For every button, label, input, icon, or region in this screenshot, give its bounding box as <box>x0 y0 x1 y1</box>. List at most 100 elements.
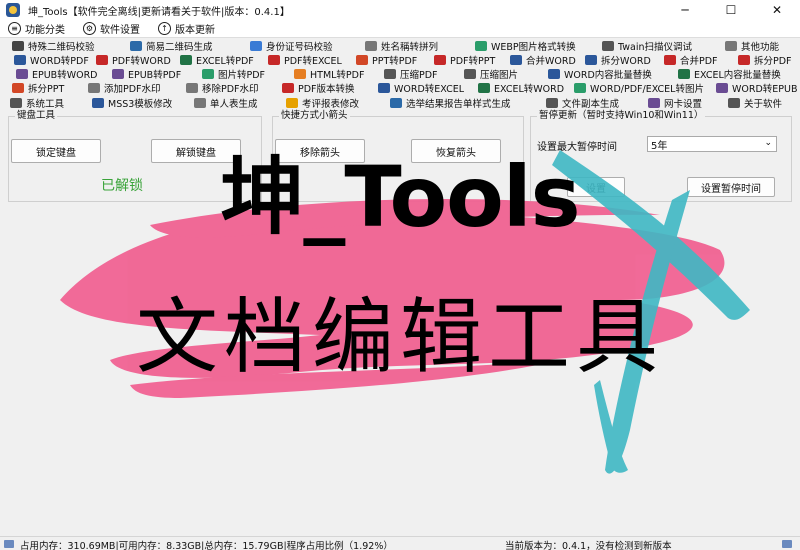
tool-id-number-verify[interactable]: 身份证号码校验 <box>250 39 333 53</box>
tool-split-ppt[interactable]: 拆分PPT <box>12 81 64 95</box>
tool-simple-qr-generate[interactable]: 简易二维码生成 <box>130 39 213 53</box>
report-icon <box>286 98 298 108</box>
tool-file-copy[interactable]: 文件副本生成 <box>546 96 619 110</box>
tool-add-pdf-watermark[interactable]: 添加PDF水印 <box>88 81 161 95</box>
ppt-icon <box>356 55 368 65</box>
menu-label: 软件设置 <box>100 25 140 36</box>
teal-brush-stroke-3 <box>594 380 628 473</box>
tool-pdf-to-word[interactable]: PDF转WORD <box>96 53 171 67</box>
window-controls: ─ ☐ ✕ <box>662 0 800 20</box>
pdf-icon <box>434 55 446 65</box>
pink-brush-stroke-bottom <box>130 360 560 398</box>
tool-pdf-version-convert[interactable]: PDF版本转换 <box>282 81 355 95</box>
pdf-icon <box>268 55 280 65</box>
epub-icon <box>112 69 124 79</box>
lock-keyboard-button[interactable]: 锁定键盘 <box>11 139 101 163</box>
gear-icon <box>10 98 22 108</box>
tool-single-form[interactable]: 单人表生成 <box>194 96 258 110</box>
split-icon <box>585 55 597 65</box>
tool-split-word[interactable]: 拆分WORD <box>585 53 651 67</box>
keyboard-tools-panel: 键盘工具 锁定键盘 解锁键盘 已解锁 <box>8 110 262 202</box>
version-status: 当前版本为：0.4.1，没有检测到新版本 <box>505 541 672 550</box>
tool-word-to-pdf[interactable]: WORD转PDF <box>14 53 89 67</box>
restore-arrow-button[interactable]: 恢复箭头 <box>411 139 501 163</box>
tool-compress-image[interactable]: 压缩图片 <box>464 67 518 81</box>
chevron-down-icon: ⌄ <box>764 138 772 148</box>
tool-word-batch-replace[interactable]: WORD内容批量替换 <box>548 67 652 81</box>
tool-epub-to-pdf[interactable]: EPUB转PDF <box>112 67 181 81</box>
app-logo-icon <box>6 3 20 17</box>
menu-software-settings[interactable]: ⚙ 软件设置 <box>83 21 140 36</box>
maximize-button[interactable]: ☐ <box>708 0 754 20</box>
tool-merge-pdf[interactable]: 合并PDF <box>664 53 718 67</box>
tool-excel-batch-replace[interactable]: EXCEL内容批量替换 <box>678 67 781 81</box>
set-pause-time-button[interactable]: 设置暂停时间 <box>687 177 775 197</box>
pink-brush-stroke-top <box>150 198 660 238</box>
shortcut-arrow-panel: 快捷方式小箭头 移除箭头 恢复箭头 <box>272 110 524 202</box>
tool-network-settings[interactable]: 网卡设置 <box>648 96 702 110</box>
excel-icon <box>478 83 490 93</box>
table-icon <box>365 41 377 51</box>
tool-split-pdf[interactable]: 拆分PDF <box>738 53 792 67</box>
category-icon: ≡ <box>8 22 21 35</box>
compress-icon <box>464 69 476 79</box>
image-icon <box>202 69 214 79</box>
reset-pause-button[interactable]: 设置 <box>567 177 625 197</box>
tool-compress-pdf[interactable]: 压缩PDF <box>384 67 438 81</box>
file-icon <box>546 98 558 108</box>
close-button[interactable]: ✕ <box>754 0 800 20</box>
merge-icon <box>664 55 676 65</box>
tool-other-functions[interactable]: 其他功能 <box>725 39 779 53</box>
gear-icon: ⚙ <box>83 22 96 35</box>
remove-arrow-button[interactable]: 移除箭头 <box>275 139 365 163</box>
tool-evaluation-report[interactable]: 考评报表修改 <box>286 96 359 110</box>
memory-status: 占用内存：310.69MB|可用内存：8.33GB|总内存：15.79GB|程序… <box>20 541 393 550</box>
tool-epub-to-word[interactable]: EPUB转WORD <box>16 67 98 81</box>
tool-mss3-template[interactable]: MSS3模板修改 <box>92 96 172 110</box>
tool-html-to-pdf[interactable]: HTML转PDF <box>294 67 364 81</box>
tool-excel-to-pdf[interactable]: EXCEL转PDF <box>180 53 254 67</box>
epub-icon <box>16 69 28 79</box>
tool-word-to-excel[interactable]: WORD转EXCEL <box>378 81 464 95</box>
epub-icon <box>716 83 728 93</box>
panel-title: 键盘工具 <box>15 110 58 122</box>
tool-election-report[interactable]: 选举结果报告单样式生成 <box>390 96 511 110</box>
tool-pdf-to-ppt[interactable]: PDF转PPT <box>434 53 495 67</box>
memory-icon <box>4 540 14 548</box>
menu-bar: ≡ 功能分类 ⚙ 软件设置 ↑ 版本更新 <box>0 20 800 38</box>
tool-image-to-pdf[interactable]: 图片转PDF <box>202 67 265 81</box>
update-status-icon <box>782 540 792 548</box>
tool-merge-word[interactable]: 合并WORD <box>510 53 576 67</box>
more-icon <box>725 41 737 51</box>
tool-excel-to-word[interactable]: EXCEL转WORD <box>478 81 564 95</box>
minimize-button[interactable]: ─ <box>662 0 708 20</box>
pink-brush-stroke <box>60 208 725 378</box>
tool-webp-convert[interactable]: WEBP图片格式转换 <box>475 39 576 53</box>
tool-remove-pdf-watermark[interactable]: 移除PDF水印 <box>186 81 259 95</box>
menu-label: 功能分类 <box>25 25 65 36</box>
menu-version-update[interactable]: ↑ 版本更新 <box>158 21 215 36</box>
id-card-icon <box>250 41 262 51</box>
tool-special-qr-verify[interactable]: 特殊二维码校验 <box>12 39 95 53</box>
merge-icon <box>510 55 522 65</box>
tool-system-tools[interactable]: 系统工具 <box>10 96 64 110</box>
info-icon <box>728 98 740 108</box>
tool-twain-scanner[interactable]: Twain扫描仪调试 <box>602 39 692 53</box>
pdf-icon <box>282 83 294 93</box>
panel-title: 快捷方式小箭头 <box>279 110 350 122</box>
tool-pdf-to-excel[interactable]: PDF转EXCEL <box>268 53 342 67</box>
qr-icon <box>130 41 142 51</box>
max-pause-select[interactable]: 5年 ⌄ <box>647 136 777 152</box>
menu-function-category[interactable]: ≡ 功能分类 <box>8 21 65 36</box>
excel-icon <box>678 69 690 79</box>
tool-about[interactable]: 关于软件 <box>728 96 782 110</box>
unlock-keyboard-button[interactable]: 解锁键盘 <box>151 139 241 163</box>
qr-icon <box>12 41 24 51</box>
tool-word-to-epub[interactable]: WORD转EPUB <box>716 81 798 95</box>
window-title: 坤_Tools【软件完全离线|更新请看关于软件|版本：0.4.1】 <box>28 6 290 18</box>
max-pause-value: 5年 <box>651 140 668 152</box>
tool-doc-to-image[interactable]: WORD/PDF/EXCEL转图片 <box>574 81 704 95</box>
teal-brush-stroke-2 <box>605 190 690 474</box>
tool-ppt-to-pdf[interactable]: PPT转PDF <box>356 53 417 67</box>
tool-name-pinyin[interactable]: 姓名稱转拼列 <box>365 39 438 53</box>
